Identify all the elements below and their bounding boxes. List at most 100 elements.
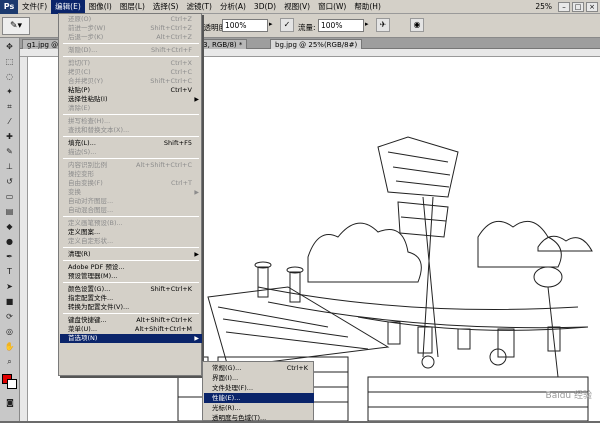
edit-menu-item[interactable]: 填充(L)... Shift+F5: [60, 139, 202, 148]
menu-separator: [63, 43, 199, 44]
eraser-tool-icon[interactable]: ▭: [2, 190, 18, 203]
quick-select-tool-icon[interactable]: ✦: [2, 85, 18, 98]
tab-bg[interactable]: bg.jpg @ 25%(RGB/8#): [270, 39, 363, 49]
zoom-tool-icon[interactable]: ⌕: [2, 355, 18, 368]
menu-select[interactable]: 选择(S): [149, 0, 183, 14]
preferences-menu-item[interactable]: 常规(G)... Ctrl+K: [204, 363, 314, 373]
preferences-menu-item[interactable]: 透明度与色域(T)...: [204, 413, 314, 423]
menu-item-label: 预设管理器(M)...: [68, 272, 118, 280]
3d-rotate-tool-icon[interactable]: ⟳: [2, 310, 18, 323]
edit-menu-item[interactable]: 定义图案...: [60, 228, 202, 237]
edit-menu-item[interactable]: 预设管理器(M)...: [60, 272, 202, 281]
edit-menu-item[interactable]: 粘贴(P) Ctrl+V: [60, 86, 202, 95]
restore-icon[interactable]: □: [572, 1, 584, 12]
crop-tool-icon[interactable]: ⌗: [2, 100, 18, 113]
edit-menu-item: 渐隐(D)... Shift+Ctrl+F: [60, 46, 202, 55]
menu-help[interactable]: 帮助(H): [350, 0, 385, 14]
menu-item-label: 渐隐(D)...: [68, 46, 98, 54]
menu-filter[interactable]: 滤镜(T): [183, 0, 216, 14]
menu-window[interactable]: 窗口(W): [314, 0, 350, 14]
edit-menu-item: 拷贝(C) Ctrl+C: [60, 68, 202, 77]
path-select-tool-icon[interactable]: ➤: [2, 280, 18, 293]
menu-item-shortcut: Ctrl+K: [286, 364, 308, 372]
pen-tool-icon[interactable]: ✒: [2, 250, 18, 263]
pressure-size-icon[interactable]: ◉: [410, 18, 424, 32]
menu-layer[interactable]: 图层(L): [116, 0, 149, 14]
edit-menu-item: 定义画笔预设(B)...: [60, 219, 202, 228]
edit-menu-item[interactable]: 首选项(N) ▶: [60, 334, 202, 343]
healing-brush-tool-icon[interactable]: ✚: [2, 130, 18, 143]
menu-item-label: 转换为配置文件(V)...: [68, 303, 130, 311]
edit-menu-item[interactable]: 转换为配置文件(V)...: [60, 303, 202, 312]
flow-dropdown-icon[interactable]: ▸: [365, 20, 369, 28]
menu-item-shortcut: Ctrl+Z: [170, 15, 192, 23]
menu-item-label: 剪切(T): [68, 59, 91, 67]
zoom-level[interactable]: 25%: [535, 2, 552, 11]
type-tool-icon[interactable]: T: [2, 265, 18, 278]
quick-mask-icon[interactable]: ◙: [2, 396, 18, 409]
brush-tool-icon[interactable]: ✎: [2, 145, 18, 158]
menu-item-label: 首选项(N): [68, 334, 98, 342]
menu-item-label: 光标(R)...: [212, 404, 241, 412]
menu-item-shortcut: Ctrl+V: [170, 86, 192, 94]
edit-menu-item[interactable]: 清理(R) ▶: [60, 250, 202, 259]
menu-image[interactable]: 图像(I): [85, 0, 116, 14]
submenu-arrow-icon: ▶: [194, 335, 199, 342]
menu-item-label: 颜色设置(G)...: [68, 285, 111, 293]
menu-item-shortcut: Shift+F5: [163, 139, 192, 147]
submenu-arrow-icon: ▶: [194, 189, 199, 196]
menu-separator: [63, 216, 199, 217]
menu-3d[interactable]: 3D(D): [250, 0, 280, 14]
edit-menu-item: 查找和替换文本(X)...: [60, 126, 202, 135]
minimize-icon[interactable]: –: [558, 1, 570, 12]
edit-menu-item[interactable]: 指定配置文件...: [60, 294, 202, 303]
menu-item-label: 拷贝(C): [68, 68, 91, 76]
menu-item-label: 定义自定形状...: [68, 237, 114, 245]
menu-view[interactable]: 视图(V): [280, 0, 314, 14]
menu-item-label: 描边(S)...: [68, 148, 97, 156]
clone-stamp-tool-icon[interactable]: ⊥: [2, 160, 18, 173]
menu-analysis[interactable]: 分析(A): [216, 0, 250, 14]
edit-menu-item: 合并拷贝(Y) Shift+Ctrl+C: [60, 77, 202, 86]
preferences-menu-item[interactable]: 界面(I)...: [204, 373, 314, 383]
menu-item-label: 定义图案...: [68, 228, 101, 236]
edit-menu-item[interactable]: 颜色设置(G)... Shift+Ctrl+K: [60, 285, 202, 294]
menu-separator: [63, 247, 199, 248]
menu-item-label: 键盘快捷键...: [68, 316, 107, 324]
menu-edit[interactable]: 编辑(E): [51, 0, 85, 14]
airbrush-icon[interactable]: ✈: [376, 18, 390, 32]
menu-item-shortcut: Shift+Ctrl+F: [151, 46, 192, 54]
gradient-tool-icon[interactable]: ▤: [2, 205, 18, 218]
preferences-menu-item[interactable]: 光标(R)...: [204, 403, 314, 413]
preferences-menu-item[interactable]: 性能(E)...: [204, 393, 314, 403]
submenu-arrow-icon: ▶: [194, 251, 199, 258]
menu-file[interactable]: 文件(F): [18, 0, 51, 14]
hand-tool-icon[interactable]: ✋: [2, 340, 18, 353]
lasso-tool-icon[interactable]: ◌: [2, 70, 18, 83]
edit-menu-item[interactable]: 菜单(U)... Alt+Shift+Ctrl+M: [60, 325, 202, 334]
close-icon[interactable]: ×: [586, 1, 598, 12]
menu-separator: [63, 260, 199, 261]
edit-menu-item[interactable]: 选择性粘贴(I) ▶: [60, 95, 202, 104]
photoshop-logo: Ps: [0, 0, 18, 14]
menu-separator: [63, 114, 199, 115]
opacity-dropdown-icon[interactable]: ▸: [269, 20, 273, 28]
menu-item-label: 自由变换(F): [68, 179, 103, 187]
brush-preset-icon[interactable]: ✎▾: [2, 17, 30, 35]
edit-menu-item[interactable]: Adobe PDF 预设...: [60, 263, 202, 272]
edit-menu-item[interactable]: 键盘快捷键... Alt+Shift+Ctrl+K: [60, 316, 202, 325]
pressure-opacity-icon[interactable]: ✓: [280, 18, 294, 32]
background-color-swatch[interactable]: [7, 379, 17, 389]
dodge-tool-icon[interactable]: ●: [2, 235, 18, 248]
eyedropper-tool-icon[interactable]: ⁄: [2, 115, 18, 128]
menu-item-shortcut: Alt+Ctrl+Z: [156, 33, 192, 41]
opacity-input[interactable]: 100%: [222, 19, 268, 32]
move-tool-icon[interactable]: ✥: [2, 40, 18, 53]
preferences-menu-item[interactable]: 文件处理(F)...: [204, 383, 314, 393]
blur-tool-icon[interactable]: ◆: [2, 220, 18, 233]
marquee-tool-icon[interactable]: ⬚: [2, 55, 18, 68]
shape-tool-icon[interactable]: ■: [2, 295, 18, 308]
3d-orbit-tool-icon[interactable]: ◎: [2, 325, 18, 338]
history-brush-tool-icon[interactable]: ↺: [2, 175, 18, 188]
flow-input[interactable]: 100%: [318, 19, 364, 32]
